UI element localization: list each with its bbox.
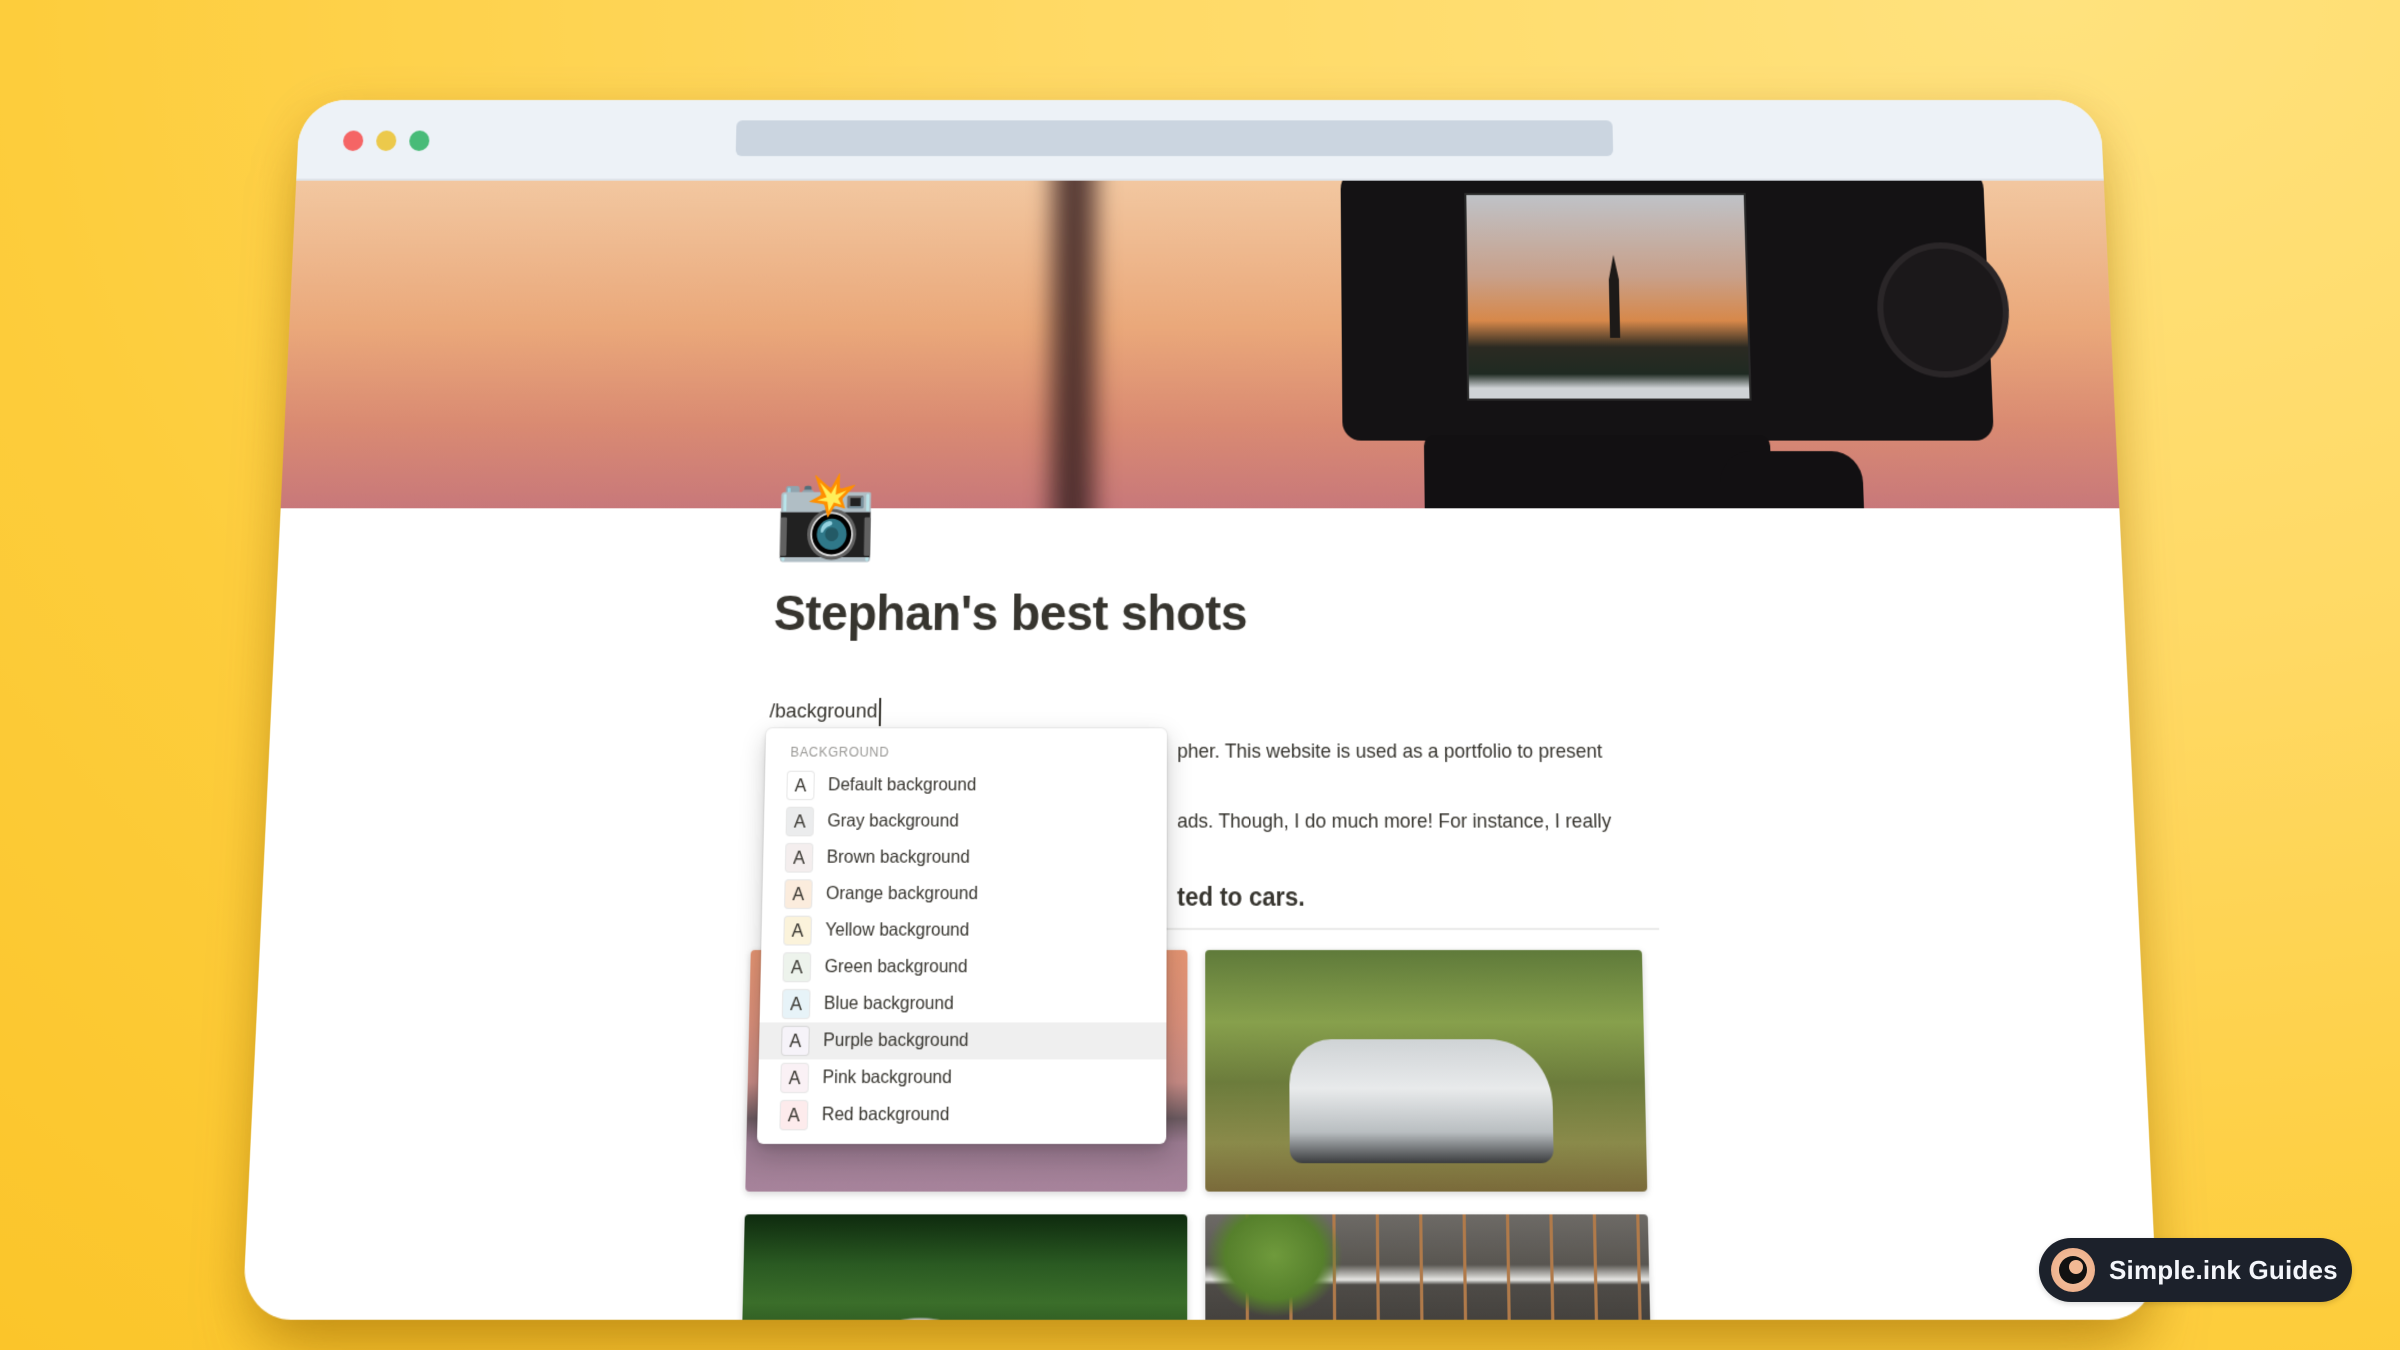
- menu-item-label: Blue background: [823, 993, 954, 1014]
- menu-item-label: Orange background: [825, 883, 979, 904]
- menu-item-green-background[interactable]: A Green background: [760, 949, 1166, 986]
- paragraph-1-fragment-right: pher. This website is used as a portfoli…: [1177, 739, 1603, 763]
- stage: 📸 Stephan's best shots /background H r p…: [0, 0, 2400, 1350]
- menu-item-label: Brown background: [826, 847, 970, 868]
- badge-label: Simple.ink Guides: [2109, 1254, 2338, 1285]
- gallery-image-4[interactable]: [1205, 1214, 1651, 1320]
- text-color-a-icon: A: [782, 990, 810, 1018]
- menu-item-default-background[interactable]: A Default background: [764, 767, 1166, 803]
- text-color-a-icon: A: [785, 880, 812, 908]
- menu-item-label: Gray background: [827, 811, 959, 831]
- gallery-image-2[interactable]: [1205, 950, 1648, 1192]
- slash-command-input[interactable]: /background: [769, 697, 881, 727]
- close-window-button[interactable]: [342, 130, 364, 151]
- page-cover-image: [280, 180, 2120, 509]
- menu-item-label: Red background: [821, 1104, 950, 1125]
- menu-items-list: A Default background A Gray background A Brow…: [757, 767, 1167, 1133]
- text-color-a-icon: A: [785, 844, 813, 872]
- text-color-a-icon: A: [786, 807, 814, 836]
- text-color-a-icon: A: [781, 1063, 809, 1093]
- menu-item-purple-background[interactable]: A Purple background: [758, 1022, 1167, 1060]
- paragraph-2-fragment-right: ads. Though, I do much more! For instanc…: [1177, 808, 1612, 832]
- simple-ink-guides-badge[interactable]: Simple.ink Guides: [2039, 1238, 2352, 1302]
- menu-item-orange-background[interactable]: A Orange background: [762, 876, 1167, 912]
- tree-shape: [1205, 1214, 1344, 1318]
- browser-titlebar: [296, 100, 2104, 181]
- cover-camera-screen: [1464, 193, 1752, 401]
- gallery-image-3[interactable]: [741, 1214, 1188, 1320]
- address-bar[interactable]: [735, 120, 1614, 157]
- cover-tripod-knob: [1719, 451, 1865, 509]
- menu-item-pink-background[interactable]: A Pink background: [758, 1059, 1166, 1096]
- section-heading-fragment: ted to cars.: [1177, 882, 1306, 912]
- cover-blurred-post: [1036, 180, 1110, 509]
- menu-item-label: Default background: [827, 775, 977, 795]
- menu-item-label: Purple background: [823, 1030, 969, 1051]
- minimize-window-button[interactable]: [375, 130, 397, 151]
- silver-car-shape: [1289, 1039, 1554, 1164]
- slash-command-menu: BACKGROUND A Default background A Gray back…: [756, 728, 1167, 1144]
- menu-item-gray-background[interactable]: A Gray background: [764, 803, 1167, 839]
- maximize-window-button[interactable]: [408, 130, 430, 151]
- page-title[interactable]: Stephan's best shots: [773, 583, 1247, 642]
- menu-item-red-background[interactable]: A Red background: [757, 1097, 1166, 1134]
- menu-item-label: Pink background: [822, 1067, 952, 1088]
- browser-window: 📸 Stephan's best shots /background H r p…: [242, 100, 2158, 1320]
- simple-ink-logo-icon: [2051, 1248, 2095, 1292]
- text-color-a-icon: A: [787, 771, 814, 800]
- text-color-a-icon: A: [780, 1101, 808, 1130]
- menu-item-blue-background[interactable]: A Blue background: [760, 986, 1167, 1023]
- text-color-a-icon: A: [781, 1026, 809, 1055]
- text-color-a-icon: A: [783, 953, 811, 982]
- menu-section-header: BACKGROUND: [790, 744, 890, 760]
- menu-item-label: Green background: [824, 956, 968, 977]
- camera-with-flash-icon[interactable]: 📸: [774, 465, 878, 567]
- text-color-a-icon: A: [784, 916, 811, 945]
- menu-item-yellow-background[interactable]: A Yellow background: [761, 912, 1166, 949]
- menu-item-label: Yellow background: [825, 920, 970, 941]
- menu-item-brown-background[interactable]: A Brown background: [763, 840, 1167, 876]
